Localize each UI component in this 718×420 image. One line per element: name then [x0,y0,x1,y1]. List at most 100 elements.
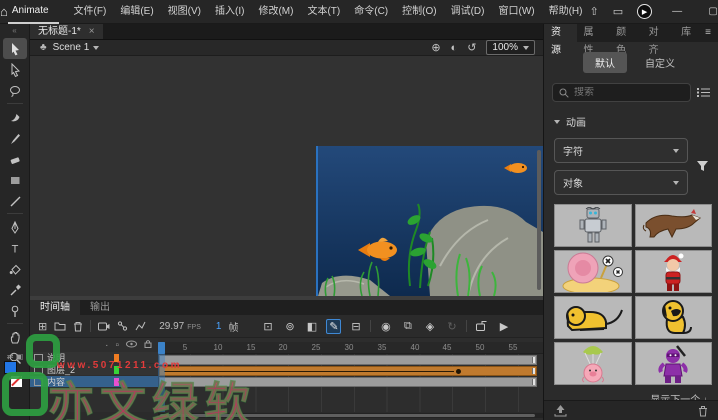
menu-text[interactable]: 文本(T) [300,0,347,24]
timeline-horizontal-scrollbar[interactable] [158,413,543,418]
line-tool[interactable] [3,190,27,211]
fluid-brush-tool[interactable] [3,106,27,127]
delete-layer-button[interactable] [73,321,83,332]
maximize-button[interactable]: ▢ [702,6,718,17]
timeline-ruler[interactable]: 5 10 15 20 25 30 35 40 45 50 55 [158,342,543,354]
scene-name[interactable]: Scene 1 [53,42,90,53]
insert-frame-button[interactable]: ◧ [304,319,319,334]
document-close-icon[interactable]: × [89,24,95,39]
object-filter-dropdown[interactable]: 对象 [554,170,688,195]
outline-column-icon[interactable]: ▫ [115,340,119,351]
subselection-tool[interactable] [3,59,27,80]
menu-file[interactable]: 文件(F) [67,0,114,24]
show-parenting-button[interactable] [117,321,128,331]
layer-outline-color[interactable] [114,377,119,386]
tab-assets[interactable]: 资源 [544,24,577,56]
tween-span-layer2[interactable] [159,366,537,376]
filter-funnel-icon[interactable] [696,160,709,172]
asset-thumb-dog-lying[interactable] [554,296,632,339]
asset-thumb-dog-sitting[interactable] [634,296,712,339]
share-icon[interactable]: ⇧ [589,5,598,18]
menu-commands[interactable]: 命令(C) [347,0,395,24]
menu-insert[interactable]: 插入(I) [208,0,251,24]
text-tool[interactable]: T [3,237,27,258]
zoom-level-dropdown[interactable]: 100% [486,40,535,55]
menu-debug[interactable]: 调试(D) [444,0,492,24]
visibility-column-icon[interactable] [126,340,137,351]
tab-color[interactable]: 颜色 [609,24,642,56]
tools-collapse-icon[interactable]: « [0,24,29,38]
minimize-button[interactable]: — [666,6,688,17]
lasso-tool[interactable] [3,80,27,101]
import-asset-icon[interactable] [554,404,567,417]
search-input[interactable] [574,87,674,98]
layer-outline-color[interactable] [114,353,119,362]
list-view-icon[interactable] [697,87,710,98]
frame-span-layer1[interactable] [159,355,537,365]
tab-properties[interactable]: 属性 [577,24,610,56]
asset-thumb-snail[interactable] [554,250,632,293]
hand-tool[interactable] [3,326,27,347]
tab-timeline[interactable]: 时间轴 [30,300,80,315]
loop-button[interactable]: ↻ [444,319,459,334]
mode-default-button[interactable]: 默认 [583,52,627,73]
swap-colors-icon[interactable]: ⇄ ▣ [4,352,26,361]
menu-edit[interactable]: 编辑(E) [113,0,160,24]
user-avatar-badge[interactable]: ▶ [637,4,653,19]
new-folder-button[interactable] [54,321,66,331]
center-stage-icon[interactable]: ⊕ [431,41,440,54]
frame-rate[interactable]: 29.97 FPS [159,321,201,332]
layer-row-3-selected[interactable]: 内容 [30,376,158,387]
paint-bucket-tool[interactable] [3,258,27,279]
menu-window[interactable]: 窗口(W) [491,0,541,24]
eyedropper-tool[interactable] [3,279,27,300]
asset-search-box[interactable] [552,83,691,102]
pen-tool[interactable] [3,216,27,237]
lock-column-icon[interactable] [144,339,152,351]
menu-help[interactable]: 帮助(H) [542,0,590,24]
edit-multiple-frames-button[interactable]: ⧉ [400,319,415,334]
scrollbar-thumb[interactable] [160,414,535,417]
chevron-down-icon[interactable] [93,45,100,50]
rotate-view-icon[interactable]: ↺ [467,41,476,54]
mode-custom-button[interactable]: 自定义 [641,52,679,73]
remove-frame-button[interactable]: ⊟ [348,319,363,334]
camera-button[interactable] [98,322,110,331]
menu-control[interactable]: 控制(O) [395,0,443,24]
step-back-button[interactable] [474,319,489,334]
tab-align[interactable]: 对齐 [642,24,675,56]
home-icon[interactable]: ⌂ [0,4,8,19]
eraser-tool[interactable] [3,148,27,169]
character-filter-dropdown[interactable]: 字符 [554,138,688,163]
onion-skin-button[interactable]: ◉ [378,319,393,334]
tab-library[interactable]: 库 [674,24,698,42]
menu-view[interactable]: 视图(V) [161,0,208,24]
tab-output[interactable]: 输出 [80,300,120,315]
auto-keyframe-button[interactable]: ✎ [326,318,342,334]
selection-tool[interactable] [2,38,27,59]
insert-blank-keyframe-button[interactable]: ⊚ [282,319,297,334]
stroke-color-swatch[interactable] [11,376,22,387]
insert-keyframe-button[interactable]: ⊡ [260,319,275,334]
highlight-column-icon[interactable]: · [105,340,108,351]
create-tween-button[interactable]: ◈ [422,319,437,334]
new-layer-button[interactable]: ⊞ [38,320,47,333]
layer-row-2[interactable]: 图层_2 [30,364,158,375]
section-animated[interactable]: 动画 [554,114,710,129]
asset-thumb-wolf[interactable] [634,204,712,247]
frame-grid[interactable]: 5 10 15 20 25 30 35 40 45 50 55 [158,338,543,412]
asset-thumb-pig-parachute[interactable] [554,342,632,385]
app-title[interactable]: Animate [7,0,59,24]
layer-outline-color[interactable] [114,365,119,374]
fill-color-swatch[interactable] [4,361,17,374]
classic-brush-tool[interactable] [3,127,27,148]
document-tab[interactable]: 无标题-1* × [30,24,103,39]
pasteboard[interactable] [30,56,543,296]
delete-asset-icon[interactable] [698,405,708,417]
layer-row-1[interactable]: 说明 [30,352,158,363]
layer-depth-button[interactable] [135,321,146,331]
asset-warp-tool[interactable] [3,300,27,321]
asset-thumb-robot[interactable] [554,204,632,247]
playhead-handle[interactable] [158,342,165,354]
asset-thumb-santa[interactable] [634,250,712,293]
